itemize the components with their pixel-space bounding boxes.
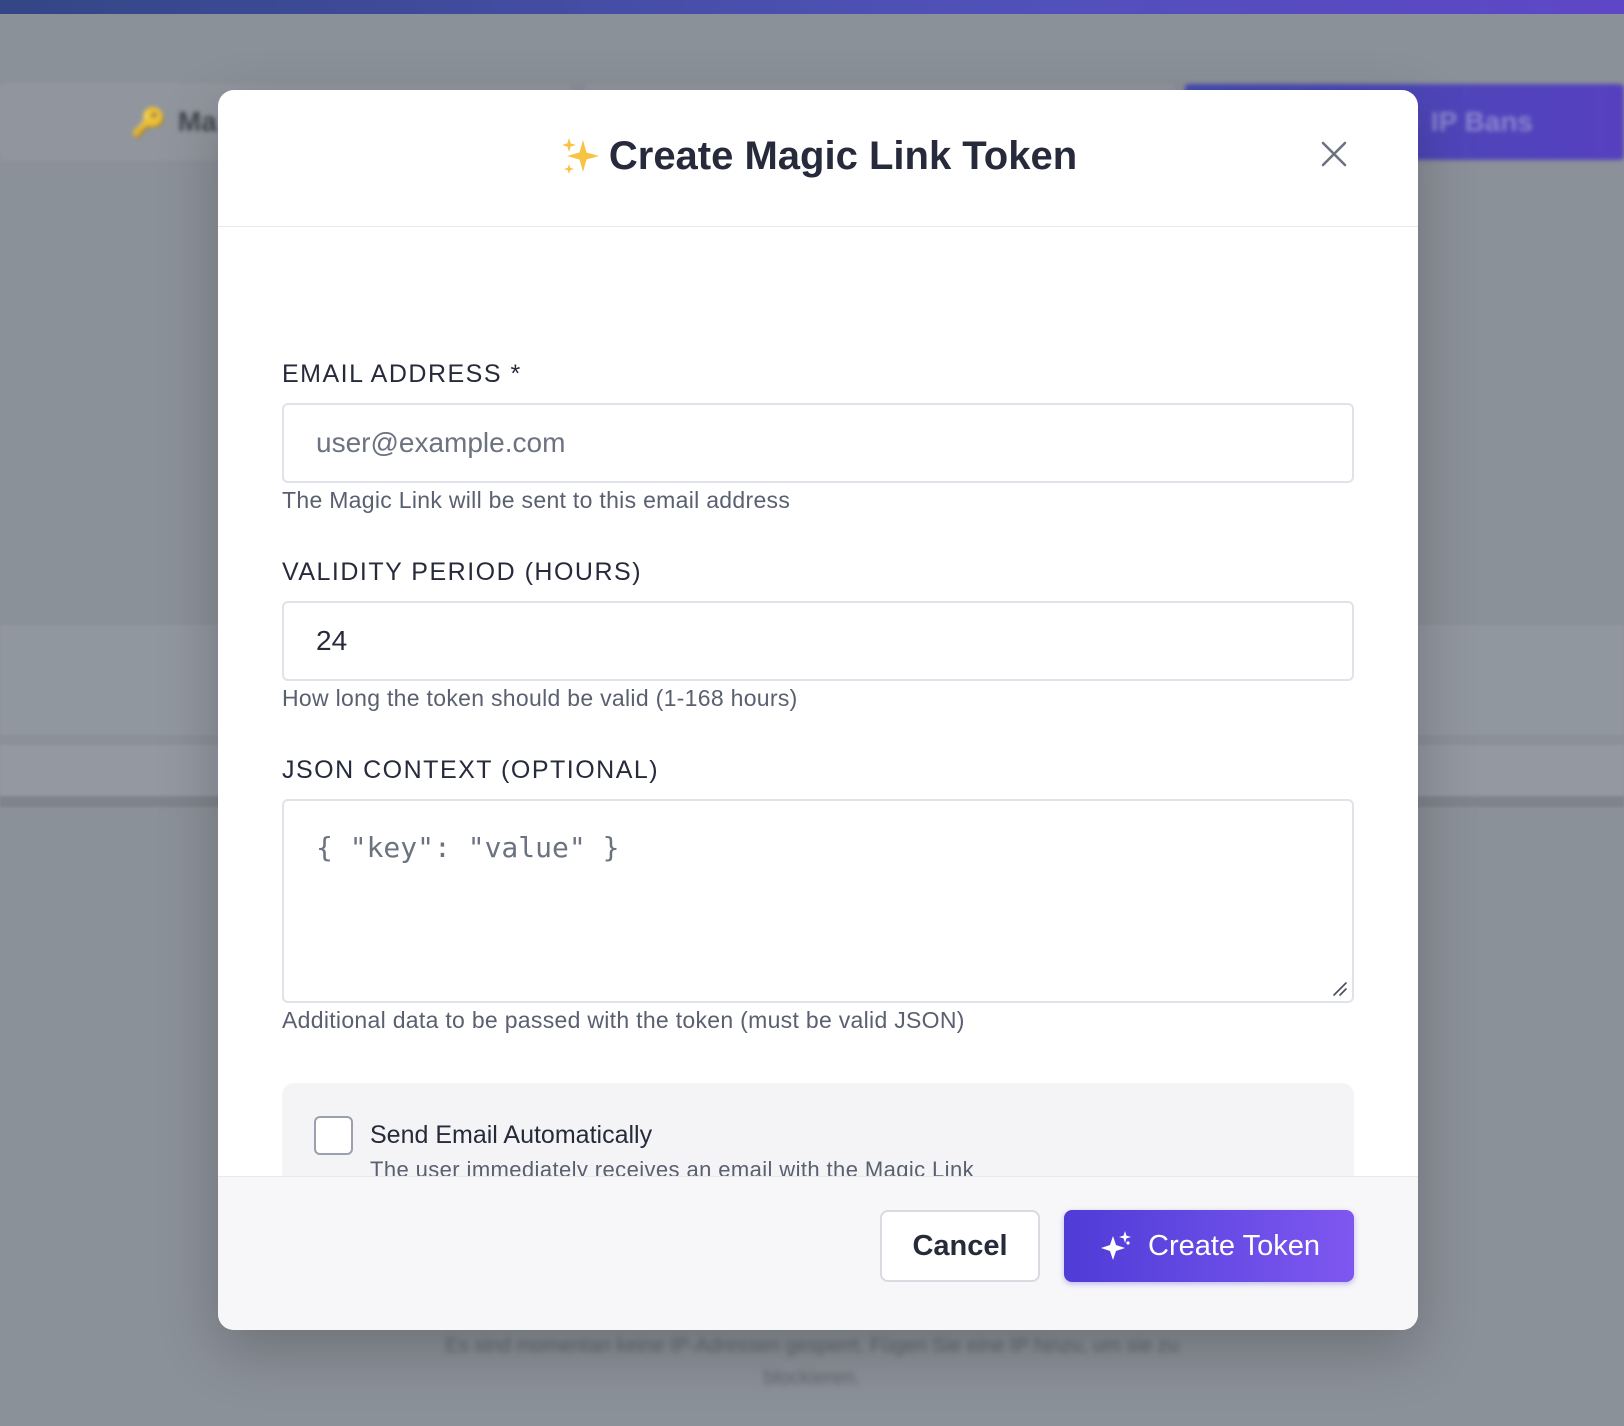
- create-token-button[interactable]: Create Token: [1064, 1210, 1354, 1282]
- email-input[interactable]: user@example.com: [282, 403, 1354, 483]
- create-token-button-label: Create Token: [1148, 1229, 1320, 1262]
- email-label: EMAIL ADDRESS *: [282, 360, 522, 388]
- modal-title-text: Create Magic Link Token: [608, 133, 1078, 178]
- close-button[interactable]: [1316, 136, 1352, 172]
- email-help-text: The Magic Link will be sent to this emai…: [282, 487, 791, 513]
- sparkles-icon: [1101, 1231, 1132, 1260]
- validity-help-text: How long the token should be valid (1-16…: [282, 685, 798, 711]
- modal-header: Create Magic Link Token: [218, 90, 1418, 227]
- modal-footer: Cancel Create Token: [218, 1176, 1418, 1330]
- resize-handle-icon[interactable]: [1330, 979, 1348, 997]
- json-context-placeholder: { "key": "value" }: [316, 831, 620, 864]
- cancel-button-label: Cancel: [912, 1229, 1008, 1262]
- sparkles-emoji-icon: [561, 138, 599, 174]
- send-email-checkbox[interactable]: [314, 1116, 353, 1155]
- send-email-label[interactable]: Send Email Automatically: [370, 1121, 652, 1150]
- modal-title: Create Magic Link Token: [559, 134, 1077, 179]
- json-context-label: JSON CONTEXT (OPTIONAL): [282, 756, 660, 784]
- json-context-textarea[interactable]: { "key": "value" }: [282, 799, 1354, 1003]
- validity-hours-input[interactable]: 24: [282, 601, 1354, 681]
- create-magic-link-modal: Create Magic Link Token EMAIL ADDRESS * …: [218, 90, 1418, 1330]
- validity-value: 24: [316, 625, 348, 656]
- json-context-help-text: Additional data to be passed with the to…: [282, 1007, 965, 1033]
- email-placeholder: user@example.com: [316, 427, 566, 458]
- cancel-button[interactable]: Cancel: [880, 1210, 1040, 1282]
- close-icon: [1321, 141, 1347, 167]
- validity-label: VALIDITY PERIOD (HOURS): [282, 558, 643, 586]
